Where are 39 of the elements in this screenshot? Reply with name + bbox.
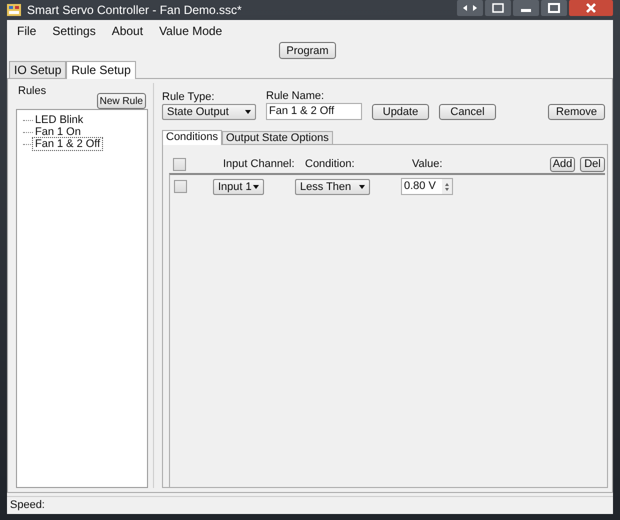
rule-type-label: Rule Type:: [162, 91, 216, 103]
app-icon: [7, 4, 21, 16]
column-header: Value:: [412, 158, 444, 170]
column-header: Input Channel:: [223, 158, 296, 170]
remove-button[interactable]: Remove: [548, 104, 605, 120]
rule-item[interactable]: Fan 1 & 2 Off: [33, 138, 102, 150]
checkbox[interactable]: [173, 158, 186, 170]
rule-item[interactable]: Fan 1 On: [33, 126, 83, 138]
rule-item[interactable]: LED Blink: [33, 114, 86, 126]
speed-label: Speed:: [10, 499, 45, 511]
menu-item[interactable]: Value Mode: [159, 24, 222, 42]
tab[interactable]: IO Setup: [9, 61, 66, 78]
checkbox[interactable]: [174, 180, 187, 193]
menu-item[interactable]: About: [112, 24, 144, 42]
tab[interactable]: Conditions: [162, 130, 222, 145]
condition-dropdown[interactable]: Less Then: [295, 178, 370, 194]
menu-item[interactable]: Settings: [52, 24, 96, 42]
close-icon[interactable]: [569, 0, 613, 16]
window-icon[interactable]: [485, 0, 511, 16]
action-button[interactable]: Cancel: [439, 104, 496, 120]
rule-name-field[interactable]: Fan 1 & 2 Off: [266, 103, 362, 120]
rule-type-dropdown[interactable]: State Output: [162, 104, 256, 120]
value-spinner[interactable]: 0.80 V: [401, 178, 453, 195]
add-button[interactable]: Add: [550, 156, 575, 172]
menu-item[interactable]: File: [17, 24, 36, 42]
minimize-icon[interactable]: [513, 0, 539, 16]
rules-label: Rules: [18, 85, 46, 97]
program-button[interactable]: Program: [279, 42, 336, 59]
action-button[interactable]: Update: [372, 104, 429, 120]
column-header: Condition:: [305, 158, 356, 170]
arrows-icon[interactable]: [457, 0, 483, 16]
window-title: Smart Servo Controller - Fan Demo.ssc*: [27, 3, 242, 17]
maximize-icon[interactable]: [541, 0, 567, 16]
rule-name-label: Rule Name:: [266, 90, 326, 102]
input-dropdown[interactable]: Input 1: [213, 178, 264, 194]
tab[interactable]: Output State Options: [222, 131, 333, 144]
delete-button[interactable]: Del: [580, 156, 605, 172]
tab[interactable]: Rule Setup: [66, 61, 136, 79]
new-rule-button[interactable]: New Rule: [96, 93, 146, 109]
